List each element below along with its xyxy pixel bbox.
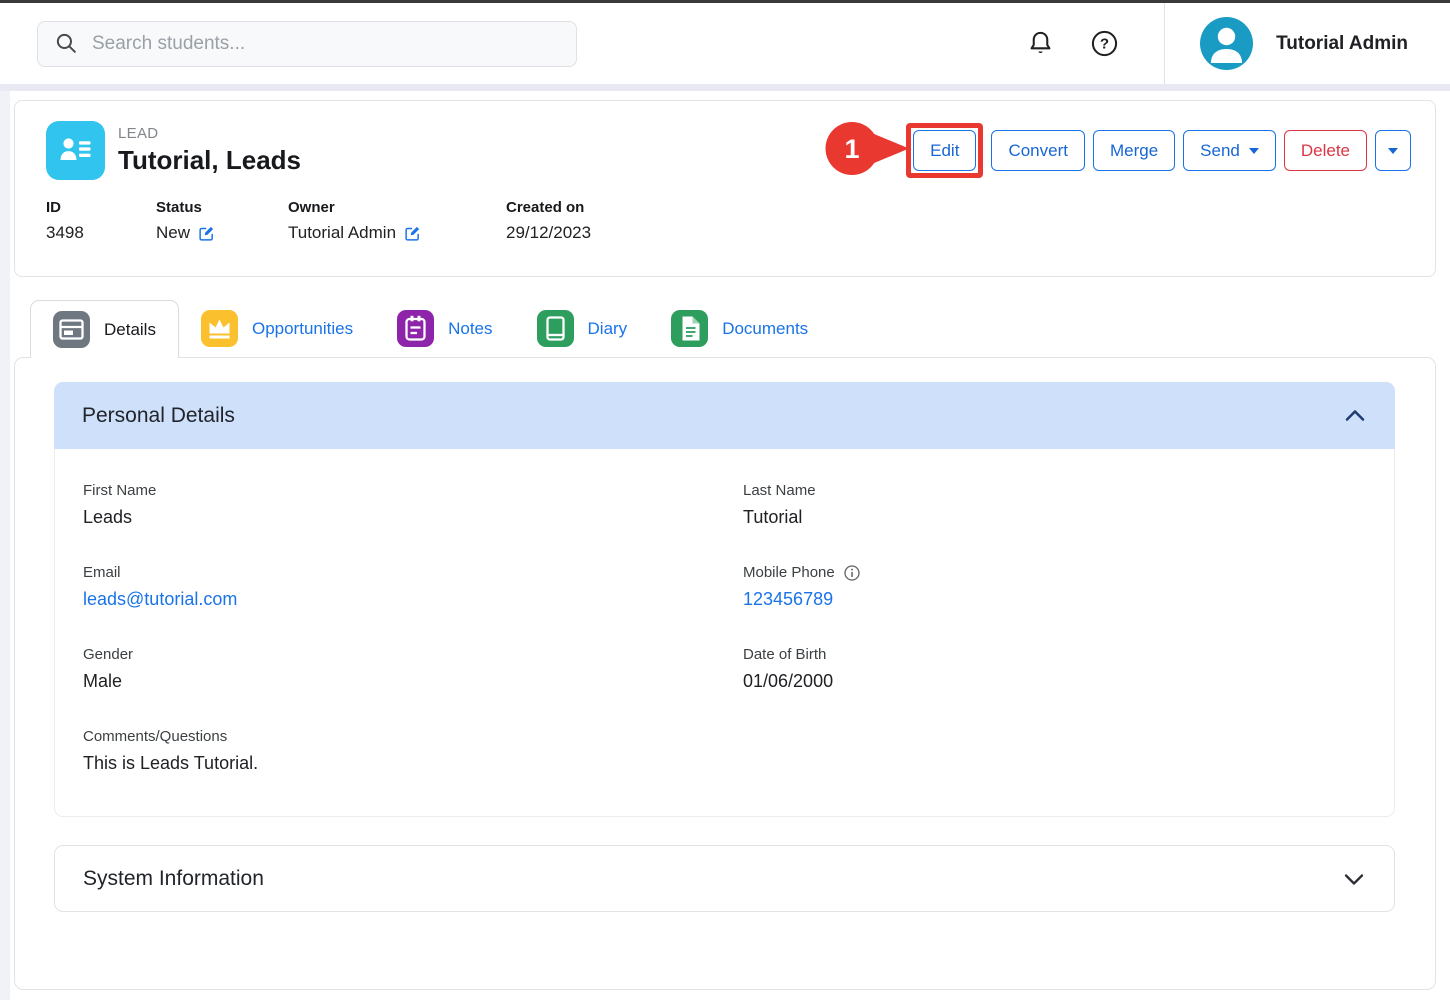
edit-owner-icon[interactable]	[404, 225, 421, 242]
left-edge-strip	[0, 91, 10, 1000]
gender-label: Gender	[83, 646, 743, 663]
book-icon	[537, 310, 574, 347]
field-mobile-phone: Mobile Phone 123456789	[743, 564, 1366, 610]
last-name-value: Tutorial	[743, 507, 1366, 528]
merge-button[interactable]: Merge	[1093, 130, 1175, 171]
annotation-arrow: 1	[825, 120, 909, 181]
edit-button[interactable]: Edit	[913, 130, 976, 171]
search-box[interactable]	[37, 21, 577, 67]
status-label: Status	[156, 199, 288, 216]
document-icon	[671, 310, 708, 347]
tab-opportunities-label: Opportunities	[252, 319, 353, 339]
tab-diary-label: Diary	[588, 319, 628, 339]
more-actions-button[interactable]	[1375, 130, 1411, 171]
user-menu[interactable]: Tutorial Admin	[1165, 17, 1450, 70]
user-name: Tutorial Admin	[1276, 33, 1408, 55]
mobile-phone-label: Mobile Phone	[743, 564, 835, 581]
convert-button[interactable]: Convert	[991, 130, 1085, 171]
delete-button[interactable]: Delete	[1284, 130, 1367, 171]
details-form-icon	[53, 311, 90, 348]
date-of-birth-label: Date of Birth	[743, 646, 1366, 663]
crown-icon	[201, 310, 238, 347]
id-value: 3498	[46, 223, 156, 243]
tab-documents-label: Documents	[722, 319, 808, 339]
tab-diary[interactable]: Diary	[515, 300, 650, 357]
gender-value: Male	[83, 671, 743, 692]
field-email: Email leads@tutorial.com	[83, 564, 743, 610]
email-label: Email	[83, 564, 743, 581]
personal-details-panel: Personal Details First Name Leads Last N…	[54, 382, 1395, 817]
chevron-up-icon[interactable]	[1343, 405, 1367, 427]
tab-details[interactable]: Details	[30, 300, 179, 358]
entity-type-label: LEAD	[118, 125, 301, 142]
search-input[interactable]	[92, 33, 560, 55]
comments-value: This is Leads Tutorial.	[83, 753, 743, 774]
lead-header-card: LEAD Tutorial, Leads 1 Edit Convert Merg…	[14, 100, 1436, 277]
system-information-header[interactable]: System Information	[54, 845, 1395, 912]
personal-details-title: Personal Details	[82, 404, 235, 428]
person-icon	[1200, 17, 1253, 70]
topbar-bottom-strip	[0, 84, 1450, 91]
action-buttons-row: 1 Edit Convert Merge Send Delete	[906, 123, 1411, 178]
tab-opportunities[interactable]: Opportunities	[179, 300, 375, 357]
system-information-title: System Information	[83, 867, 264, 891]
date-of-birth-value: 01/06/2000	[743, 671, 1366, 692]
svg-text:1: 1	[845, 134, 860, 164]
search-icon	[54, 31, 79, 56]
info-icon[interactable]	[844, 565, 860, 581]
field-first-name: First Name Leads	[83, 482, 743, 528]
field-last-name: Last Name Tutorial	[743, 482, 1366, 528]
annotation-highlight-box: 1 Edit	[906, 123, 983, 178]
field-date-of-birth: Date of Birth 01/06/2000	[743, 646, 1366, 692]
chevron-down-icon	[1249, 148, 1259, 154]
first-name-label: First Name	[83, 482, 743, 499]
field-gender: Gender Male	[83, 646, 743, 692]
created-on-value: 29/12/2023	[506, 223, 591, 243]
owner-label: Owner	[288, 199, 506, 216]
help-icon: ?	[1090, 29, 1119, 58]
mobile-phone-link[interactable]: 123456789	[743, 589, 1366, 610]
field-comments: Comments/Questions This is Leads Tutoria…	[83, 728, 743, 774]
tab-documents[interactable]: Documents	[649, 300, 830, 357]
created-on-label: Created on	[506, 199, 591, 216]
personal-details-body: First Name Leads Last Name Tutorial Emai…	[54, 449, 1395, 817]
topbar: ? Tutorial Admin	[0, 3, 1450, 84]
details-panel-card: Personal Details First Name Leads Last N…	[14, 357, 1436, 990]
tab-notes[interactable]: Notes	[375, 300, 514, 357]
notifications-button[interactable]	[1018, 22, 1062, 66]
chevron-down-icon[interactable]	[1342, 868, 1366, 890]
notepad-icon	[397, 310, 434, 347]
chevron-down-icon	[1388, 148, 1398, 154]
id-label: ID	[46, 199, 156, 216]
personal-details-header[interactable]: Personal Details	[54, 382, 1395, 449]
tab-details-label: Details	[104, 320, 156, 340]
email-link[interactable]: leads@tutorial.com	[83, 589, 743, 610]
owner-value: Tutorial Admin	[288, 223, 396, 243]
lead-contact-card-icon	[46, 121, 105, 180]
avatar[interactable]	[1200, 17, 1253, 70]
first-name-value: Leads	[83, 507, 743, 528]
lead-meta-row: ID 3498 Status New Owner Tutorial Admin …	[46, 199, 1411, 243]
help-button[interactable]: ?	[1082, 22, 1126, 66]
send-dropdown-button[interactable]: Send	[1183, 130, 1276, 171]
tab-notes-label: Notes	[448, 319, 492, 339]
status-value: New	[156, 223, 190, 243]
bell-icon	[1026, 29, 1055, 58]
comments-label: Comments/Questions	[83, 728, 743, 745]
svg-text:?: ?	[1099, 36, 1108, 53]
page-title: Tutorial, Leads	[118, 145, 301, 176]
record-tabs: Details Opportunities Notes Diary Docume…	[30, 300, 1436, 357]
edit-status-icon[interactable]	[198, 225, 215, 242]
last-name-label: Last Name	[743, 482, 1366, 499]
